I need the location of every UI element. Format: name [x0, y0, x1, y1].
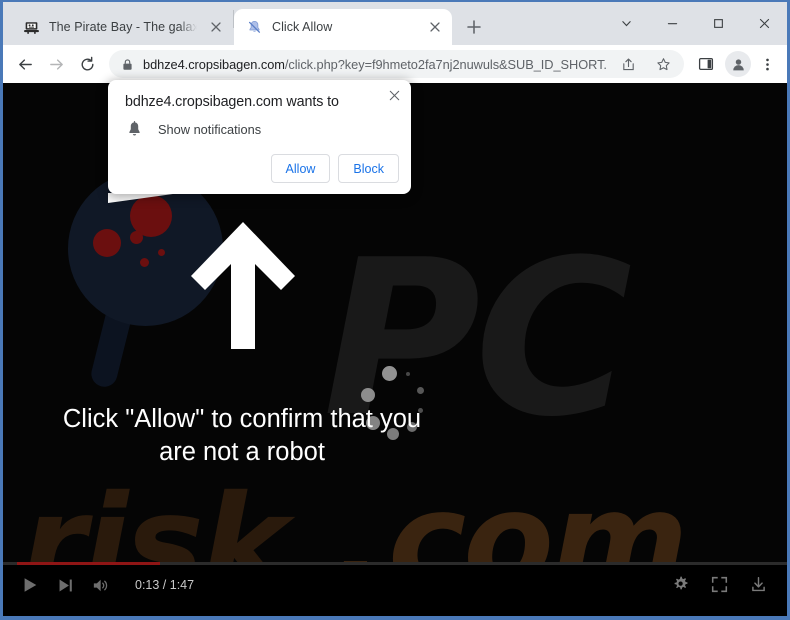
avatar[interactable] [725, 51, 751, 77]
url-text: bdhze4.cropsibagen.com/click.php?key=f9h… [143, 57, 606, 72]
star-icon[interactable] [650, 51, 676, 77]
progress-bar-track[interactable] [3, 562, 787, 565]
tab-close-button[interactable] [425, 18, 444, 37]
forward-button[interactable] [41, 49, 71, 79]
volume-icon[interactable] [92, 577, 111, 594]
notification-permission-dialog: bdhze4.cropsibagen.com wants to Show not… [108, 80, 411, 194]
minimize-icon[interactable] [649, 5, 695, 43]
tab-pirate-bay[interactable]: The Pirate Bay - The galaxy's mos [11, 9, 233, 45]
video-controls-left: 0:13 / 1:47 [21, 576, 194, 594]
three-dot-menu-icon[interactable] [754, 50, 780, 78]
play-icon[interactable] [21, 576, 39, 594]
page-message-line2: are not a robot [159, 437, 325, 466]
browser-window: The Pirate Bay - The galaxy's mos Click … [0, 0, 790, 620]
bell-icon [127, 121, 142, 138]
video-controls-right [672, 576, 767, 593]
window-controls [603, 2, 787, 45]
dialog-actions: Allow Block [270, 154, 399, 183]
share-icon[interactable] [615, 51, 641, 77]
tab-close-button[interactable] [206, 18, 225, 37]
progress-bar-fill [17, 562, 160, 565]
gear-icon[interactable] [672, 576, 689, 593]
next-track-icon[interactable] [57, 577, 74, 594]
browser-toolbar: bdhze4.cropsibagen.com/click.php?key=f9h… [3, 45, 787, 83]
download-icon[interactable] [750, 576, 767, 593]
url-host: bdhze4.cropsibagen.com [143, 56, 285, 72]
permission-label: Show notifications [158, 122, 262, 137]
page-message: Click "Allow" to confirm that you are no… [3, 403, 481, 468]
back-button[interactable] [10, 49, 40, 79]
side-panel-icon[interactable] [692, 50, 720, 78]
close-icon[interactable] [382, 83, 406, 107]
address-bar[interactable]: bdhze4.cropsibagen.com/click.php?key=f9h… [109, 50, 684, 78]
lock-icon [121, 58, 134, 71]
fullscreen-icon[interactable] [711, 576, 728, 593]
page-message-line1: Click "Allow" to confirm that you [62, 405, 422, 433]
reload-button[interactable] [72, 49, 102, 79]
url-path: /click.php?key=f9hmeto2fa7nj2nuwuls&SUB_… [284, 56, 606, 72]
up-arrow-icon [185, 218, 301, 353]
permission-row: Show notifications [127, 121, 261, 138]
block-button[interactable]: Block [338, 154, 399, 183]
tab-title: Click Allow [272, 20, 333, 34]
bell-blocked-icon [246, 19, 263, 36]
time-display: 0:13 / 1:47 [135, 578, 195, 592]
tab-click-allow[interactable]: Click Allow [234, 9, 452, 45]
allow-button[interactable]: Allow [270, 154, 331, 183]
dialog-title: bdhze4.cropsibagen.com wants to [125, 94, 339, 110]
new-tab-button[interactable] [460, 13, 488, 41]
chevron-down-icon[interactable] [603, 5, 649, 43]
close-icon[interactable] [741, 5, 787, 43]
video-controls: 0:13 / 1:47 [3, 562, 787, 616]
tab-title: The Pirate Bay - The galaxy's mos [49, 20, 197, 34]
pirate-ship-icon [23, 19, 40, 36]
maximize-icon[interactable] [695, 5, 741, 43]
